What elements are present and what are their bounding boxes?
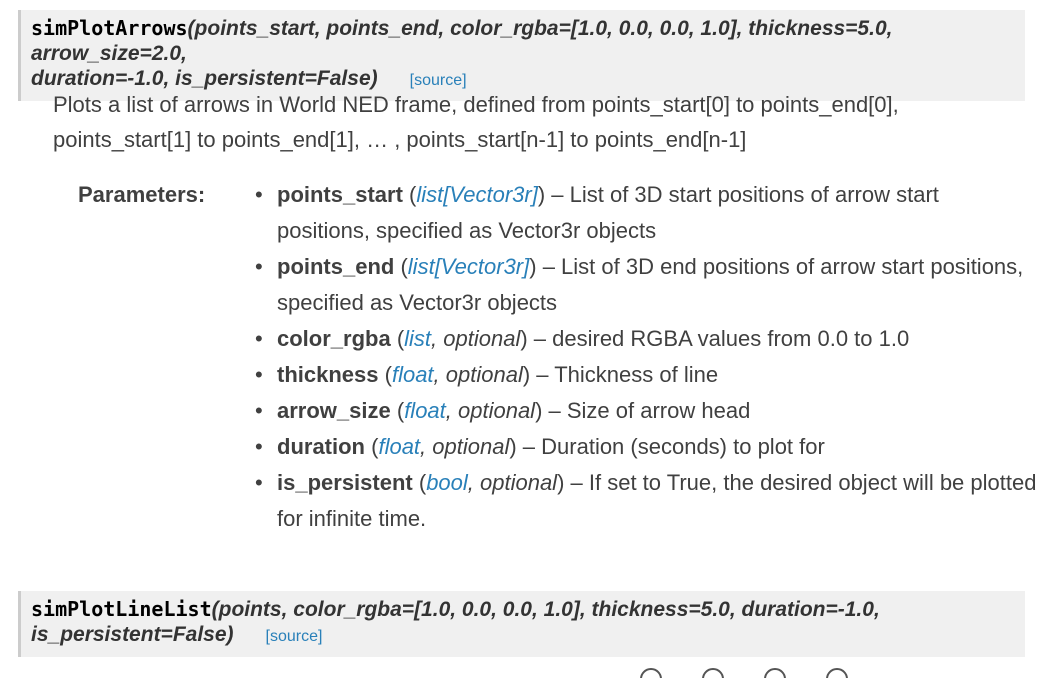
signature-simplotlinelist: simPlotLineList(points, color_rgba=[1.0,…: [18, 591, 1025, 657]
param-optional: , optional: [431, 326, 521, 351]
paren-close: ): [509, 434, 517, 459]
parameter-item: color_rgba (list, optional) – desired RG…: [255, 321, 1037, 357]
param-type-link[interactable]: [Vector3r]: [435, 254, 530, 279]
param-type-link[interactable]: list: [408, 254, 435, 279]
param-optional: , optional: [420, 434, 510, 459]
cut-off-text-fragment: [640, 668, 960, 678]
param-type-link[interactable]: float: [392, 362, 434, 387]
separator: –: [542, 398, 567, 423]
param-desc: desired RGBA values from 0.0 to 1.0: [552, 326, 910, 351]
param-type-link[interactable]: float: [404, 398, 446, 423]
separator: –: [545, 182, 570, 207]
parameter-item: points_start (list[Vector3r]) – List of …: [255, 177, 1037, 249]
source-link[interactable]: [source]: [266, 628, 323, 645]
param-optional: , optional: [445, 398, 536, 423]
param-name: thickness: [277, 362, 379, 387]
param-optional: , optional: [433, 362, 523, 387]
separator: –: [530, 362, 555, 387]
description-line2: points_start[1] to points_end[1], … , po…: [53, 127, 747, 152]
function-params-line1: (points, color_rgba=[1.0, 0.0, 0.0, 1.0]…: [211, 598, 880, 621]
paren-open: (: [365, 434, 379, 459]
param-type-link[interactable]: list: [416, 182, 443, 207]
param-desc: Duration (seconds) to plot for: [541, 434, 825, 459]
separator: –: [527, 326, 553, 351]
paren-open: (: [402, 182, 417, 207]
paren-open: (: [394, 254, 408, 279]
param-name: duration: [277, 434, 365, 459]
function-name: simPlotLineList: [31, 597, 212, 621]
paren-open: (: [412, 470, 427, 495]
function-description: Plots a list of arrows in World NED fram…: [53, 87, 1013, 157]
param-type-link[interactable]: bool: [426, 470, 468, 495]
parameter-item: is_persistent (bool, optional) – If set …: [255, 465, 1037, 537]
param-type-link[interactable]: float: [378, 434, 420, 459]
paren-close: ): [520, 326, 528, 351]
separator: –: [516, 434, 542, 459]
parameter-item: arrow_size (float, optional) – Size of a…: [255, 393, 1037, 429]
separator: –: [536, 254, 562, 279]
parameter-item: points_end (list[Vector3r]) – List of 3D…: [255, 249, 1037, 321]
param-name: points_start: [277, 182, 403, 207]
paren-close: ): [529, 254, 537, 279]
paren-open: (: [390, 398, 405, 423]
description-line1: Plots a list of arrows in World NED fram…: [53, 92, 899, 117]
param-desc: Thickness of line: [554, 362, 719, 387]
param-name: points_end: [277, 254, 395, 279]
param-type-link[interactable]: [Vector3r]: [443, 182, 538, 207]
parameter-list: points_start (list[Vector3r]) – List of …: [253, 177, 1037, 537]
function-name: simPlotArrows: [31, 16, 188, 40]
parameters-label: Parameters:: [78, 182, 206, 207]
param-name: color_rgba: [277, 326, 391, 351]
parameter-item: duration (float, optional) – Duration (s…: [255, 429, 1037, 465]
function-params-line2: is_persistent=False): [31, 623, 234, 646]
param-name: arrow_size: [277, 398, 391, 423]
param-optional: , optional: [467, 470, 558, 495]
parameter-item: thickness (float, optional) – Thickness …: [255, 357, 1037, 393]
param-name: is_persistent: [277, 470, 413, 495]
param-desc: Size of arrow head: [566, 398, 751, 423]
separator: –: [564, 470, 589, 495]
paren-open: (: [378, 362, 392, 387]
paren-open: (: [390, 326, 405, 351]
param-type-link[interactable]: list: [404, 326, 431, 351]
